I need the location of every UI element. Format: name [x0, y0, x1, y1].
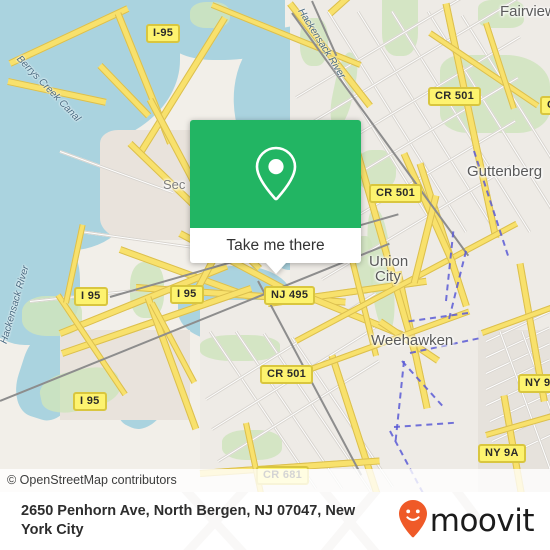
shield-cr501-top: CR 501 — [428, 87, 482, 106]
popup-header — [190, 120, 361, 228]
osm-attribution[interactable]: © OpenStreetMap contributors — [0, 469, 550, 492]
shield-i95-lower-left: I 95 — [73, 392, 107, 411]
place-label-union-city-line2: City — [375, 268, 401, 285]
place-label-weehawken: Weehawken — [371, 332, 454, 349]
shield-i95-left-upper: I 95 — [74, 287, 108, 306]
place-label-guttenberg: Guttenberg — [467, 163, 543, 180]
address-text: 2650 Penhorn Ave, North Bergen, NJ 07047… — [21, 503, 356, 538]
take-me-there-label: Take me there — [226, 236, 325, 254]
moovit-wordmark: moovit — [429, 503, 535, 539]
map-pin-icon — [252, 145, 300, 203]
screenshot-root: Berrys Creek Canal Hackensack River Hack… — [0, 0, 550, 550]
bottom-info-bar: 2650 Penhorn Ave, North Bergen, NJ 07047… — [0, 492, 550, 550]
shield-cr501-edge: C — [540, 96, 550, 115]
shield-i95-top: I-95 — [146, 24, 181, 43]
shield-cr501-mid: CR 501 — [260, 365, 314, 384]
location-popup-card[interactable]: Take me there — [190, 120, 361, 274]
take-me-there-button[interactable]: Take me there — [190, 228, 361, 263]
moovit-pin-smile-icon — [398, 499, 428, 544]
shield-cr501-right: CR 501 — [369, 184, 423, 203]
moovit-logo[interactable]: moovit — [398, 499, 550, 544]
shield-ny-9a-upper: NY 9A — [518, 374, 550, 393]
shield-i95-mid: I 95 — [170, 285, 204, 304]
place-label-fairview: Fairview — [500, 3, 550, 20]
shield-ny-9a-lower: NY 9A — [478, 444, 526, 463]
shield-nj495: NJ 495 — [264, 286, 316, 305]
popup-pointer-tail — [265, 263, 286, 274]
place-label-secaucus: Sec — [163, 177, 186, 192]
